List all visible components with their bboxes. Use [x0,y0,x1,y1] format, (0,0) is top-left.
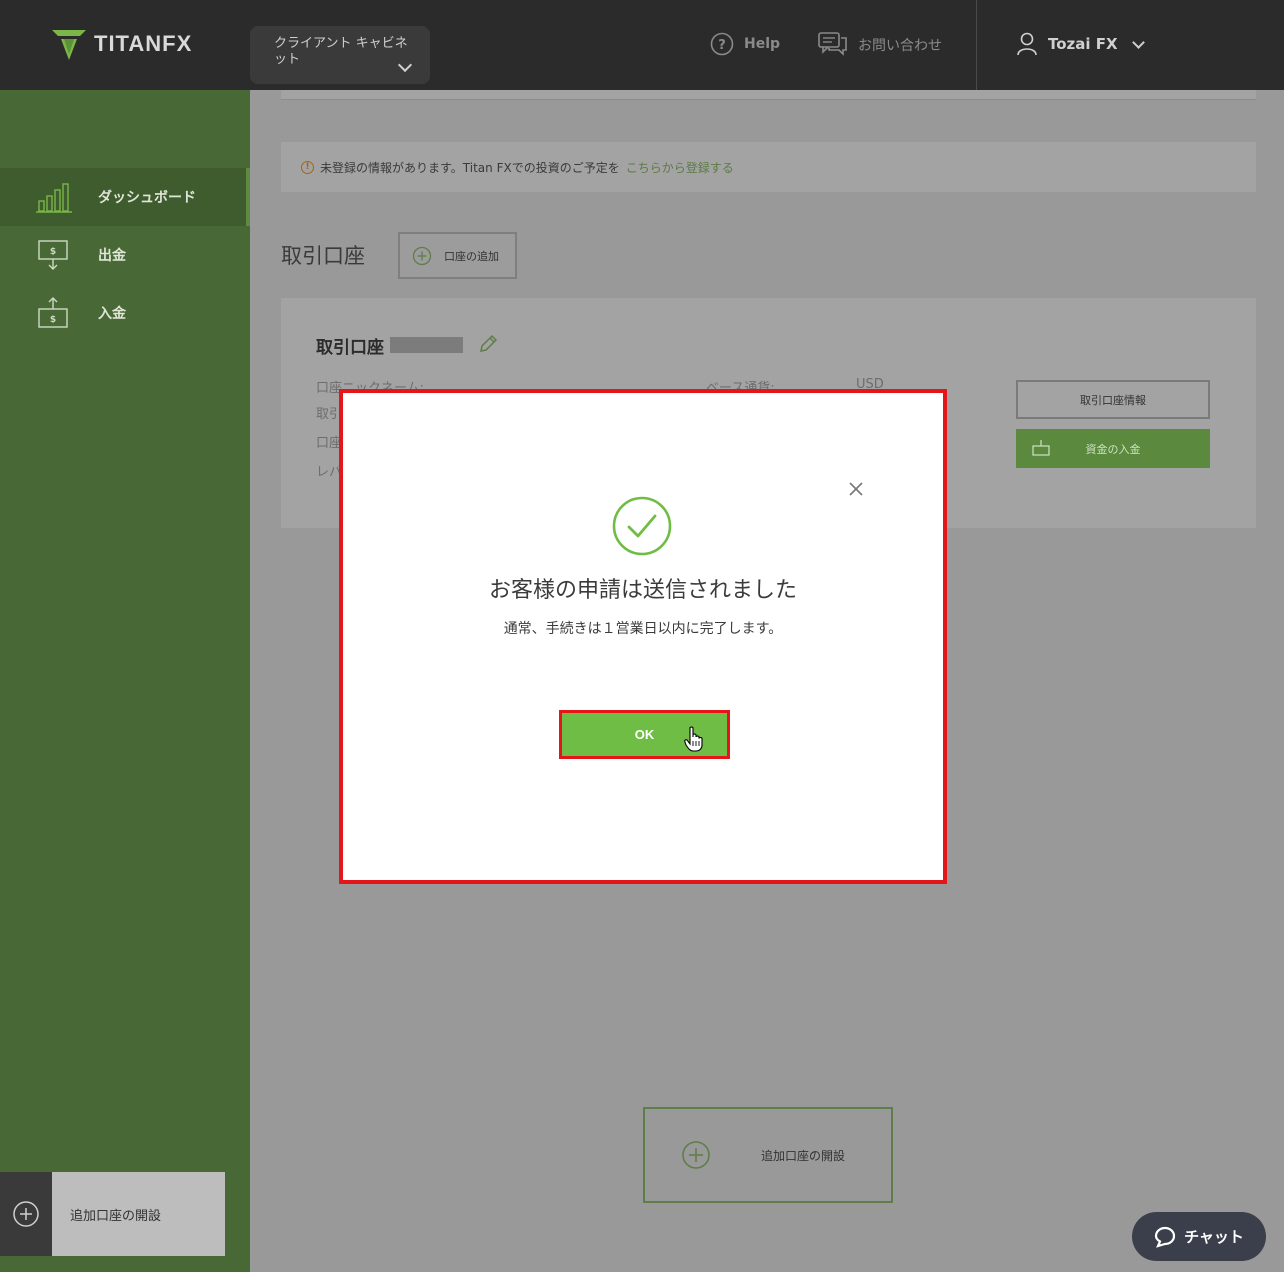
user-name: Tozai FX [1048,35,1118,53]
redacted-account-number [390,337,463,353]
pencil-icon[interactable] [478,334,498,354]
chevron-down-icon [397,57,413,73]
chat-bubble-icon [1154,1226,1176,1248]
modal-subtitle: 通常、手続きは１営業日以内に完了します。 [503,621,783,637]
warning-icon: ! [301,160,314,174]
client-cabinet-dropdown[interactable]: クライアント キャビネット [250,26,430,84]
chat-label: チャット [1184,1228,1244,1246]
top-header: TITANFX クライアント キャビネット ? Help お問い合わせ Toza… [0,0,1284,90]
plus-circle-icon [682,1141,710,1169]
svg-text:$: $ [50,315,56,325]
withdraw-icon: $ [38,240,68,270]
open-additional-account-button[interactable]: 追加口座の開設 [643,1107,893,1203]
contact-link[interactable]: お問い合わせ [818,32,942,58]
sidebar: ダッシュボード $ 出金 $ 入金 [0,90,250,1272]
modal-title: お客様の申請は送信されました [488,578,797,603]
bar-chart-icon [36,183,72,213]
notice-text: 未登録の情報があります。Titan FXでの投資のご予定を [320,160,620,175]
top-card-strip [281,90,1256,100]
svg-text:$: $ [50,247,56,257]
titanfx-logo[interactable]: TITANFX [50,26,192,62]
contact-label: お問い合わせ [858,38,942,54]
help-link[interactable]: ? Help [710,32,780,56]
fund-deposit-label: 資金の入金 [1085,442,1141,456]
cabinet-label: クライアント キャビネット [274,36,408,67]
sidebar-item-dashboard[interactable]: ダッシュボード [0,168,250,226]
add-account-button[interactable]: 口座の追加 [398,232,517,279]
check-circle-icon [612,496,672,556]
add-account-label: 口座の追加 [444,249,499,263]
user-icon [1017,32,1037,56]
chat-bubbles-icon [818,32,847,56]
deposit-icon: $ [38,297,68,328]
register-link[interactable]: こちらから登録する [626,159,734,176]
plus-circle-icon [412,246,432,265]
sidebar-item-label: 出金 [98,248,126,264]
svg-text:?: ? [718,38,726,53]
help-label: Help [744,36,781,52]
sidebar-add-account-button[interactable]: 追加口座の開設 [0,1172,225,1256]
close-icon[interactable] [848,481,864,497]
fund-deposit-button[interactable]: 資金の入金 [1016,429,1210,468]
account-card-title: 取引口座 [316,338,384,358]
logo-text: TITANFX [94,31,193,56]
deposit-icon [1032,440,1050,456]
header-divider [976,0,977,90]
plus-circle-icon [0,1172,52,1256]
section-title: 取引口座 [281,244,365,268]
open-additional-account-label: 追加口座の開設 [761,1148,846,1163]
sidebar-item-label: 入金 [98,306,126,322]
registration-notice: ! 未登録の情報があります。Titan FXでの投資のご予定を こちらから登録す… [281,142,1256,192]
sidebar-item-deposit[interactable]: $ 入金 [0,284,250,342]
chevron-down-icon [1131,35,1145,49]
chat-button[interactable]: チャット [1132,1212,1266,1261]
sidebar-item-withdraw[interactable]: $ 出金 [0,226,250,284]
hand-pointer-cursor-icon [684,726,703,752]
account-info-button[interactable]: 取引口座情報 [1016,380,1210,419]
user-menu[interactable]: Tozai FX [1016,32,1145,56]
sidebar-item-label: ダッシュボード [98,190,196,206]
question-circle-icon: ? [710,32,734,56]
sidebar-add-account-label: 追加口座の開設 [52,1172,225,1256]
logo-mark-icon [52,30,86,60]
